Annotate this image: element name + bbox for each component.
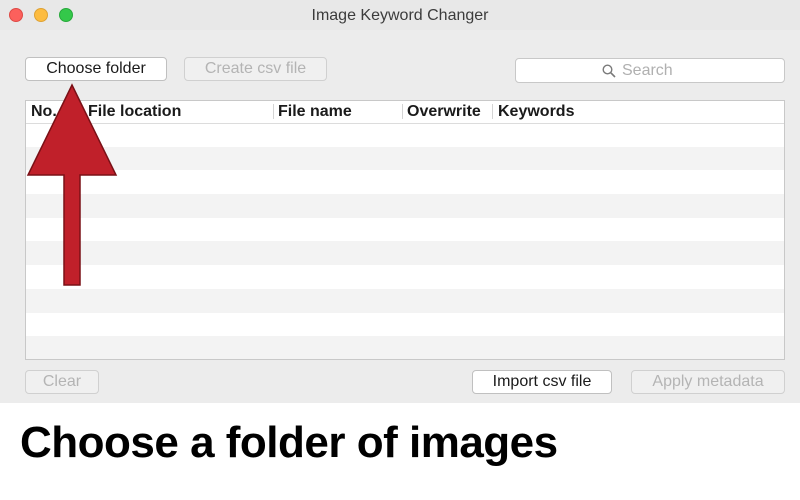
instruction-caption: Choose a folder of images xyxy=(20,418,558,467)
up-arrow-icon xyxy=(26,83,118,286)
